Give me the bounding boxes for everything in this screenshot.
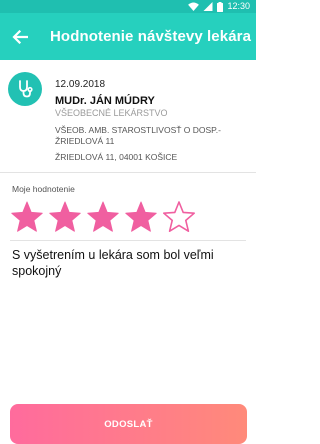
doctor-name: MUDr. JÁN MÚDRY <box>55 95 155 107</box>
comment-text[interactable]: S vyšetrením u lekára som bol veľmi spok… <box>12 247 238 279</box>
arrow-left-icon <box>12 29 28 44</box>
star-outline-icon[interactable] <box>163 197 201 237</box>
submit-button[interactable]: ODOSLAŤ <box>10 404 247 444</box>
star-filled-icon[interactable] <box>11 197 49 237</box>
wifi-icon <box>188 2 200 11</box>
app-bar: Hodnotenie návštevy lekára <box>0 13 256 60</box>
battery-icon <box>217 1 224 12</box>
doctor-details: 12.09.2018 MUDr. JÁN MÚDRY VŠEOBECNÉ LEK… <box>55 79 250 163</box>
back-button[interactable] <box>0 13 40 60</box>
visit-info: 12.09.2018 MUDr. JÁN MÚDRY VŠEOBECNÉ LEK… <box>0 60 256 172</box>
status-bar: 12:30 <box>0 0 256 13</box>
rating-label: Moje hodnotenie <box>12 184 75 194</box>
facility-name: VŠEOB. AMB. STAROSTLIVOSŤ O DOSP.- ŽRIED… <box>55 125 221 146</box>
star-filled-icon[interactable] <box>87 197 125 237</box>
visit-date: 12.09.2018 <box>55 79 106 90</box>
submit-button-label: ODOSLAŤ <box>104 418 153 430</box>
page-title: Hodnotenie návštevy lekára <box>50 28 252 45</box>
avatar <box>8 72 42 106</box>
divider <box>0 172 256 173</box>
status-icons: 12:30 <box>188 1 250 12</box>
star-filled-icon[interactable] <box>49 197 87 237</box>
facility-address: ŽRIEDLOVÁ 11, 04001 KOŠICE <box>55 152 178 162</box>
divider <box>10 240 246 241</box>
doctor-specialty: VŠEOBECNÉ LEKÁRSTVO <box>55 108 168 118</box>
signal-icon <box>203 2 213 11</box>
stethoscope-icon <box>19 80 33 98</box>
star-rating[interactable] <box>11 197 201 237</box>
status-time: 12:30 <box>227 1 250 11</box>
star-filled-icon[interactable] <box>125 197 163 237</box>
